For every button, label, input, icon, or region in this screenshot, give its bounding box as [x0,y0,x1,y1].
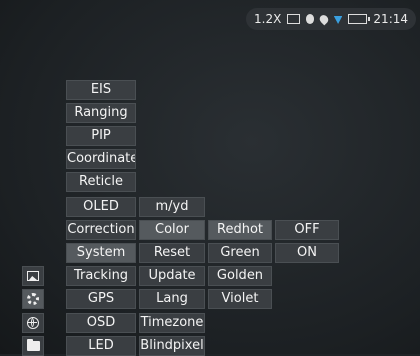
menu-item-reticle[interactable]: Reticle [66,172,136,192]
menu-item-pip[interactable]: PIP [66,126,136,146]
submenu-item-timezone[interactable]: Timezone [139,313,205,333]
menu-item-ranging[interactable]: Ranging [66,103,136,123]
record-icon [305,14,315,24]
menu-item-system[interactable]: System [66,243,136,263]
color-option-green[interactable]: Green [208,243,272,263]
submenu-item-reset[interactable]: Reset [139,243,205,263]
image-icon [27,271,39,281]
status-bar: 1.2X 21:14 [246,8,416,30]
rail-files-button[interactable] [22,336,44,356]
submenu-item-lang[interactable]: Lang [139,289,205,309]
battery-icon [348,14,371,24]
rail-image-button[interactable] [22,266,44,286]
location-icon [318,13,330,25]
menu-item-oled[interactable]: OLED [66,197,136,217]
clock: 21:14 [373,12,409,26]
toggle-option-off[interactable]: OFF [275,220,339,240]
submenu-item-blindpixel[interactable]: Blindpixel [139,336,205,356]
menu-item-osd[interactable]: OSD [66,313,136,333]
color-option-golden[interactable]: Golden [208,266,272,286]
toggle-option-on[interactable]: ON [275,243,339,263]
viewfinder-screen: 1.2X 21:14 EIS Ranging PIP Coordinate Re… [0,0,420,356]
aspect-icon [287,14,300,24]
rail-network-button[interactable] [22,313,44,333]
rail-settings-button[interactable] [22,289,44,309]
zoom-level: 1.2X [254,12,282,26]
color-option-violet[interactable]: Violet [208,289,272,309]
wifi-icon [333,16,343,24]
menu-item-coordinate[interactable]: Coordinate [66,149,136,169]
folder-icon [26,339,40,351]
menu-item-eis[interactable]: EIS [66,80,136,100]
submenu-item-color[interactable]: Color [139,220,205,240]
globe-icon [27,317,39,329]
menu-item-gps[interactable]: GPS [66,289,136,309]
menu-item-tracking[interactable]: Tracking [66,266,136,286]
submenu-item-update[interactable]: Update [139,266,205,286]
menu-item-correction[interactable]: Correction [66,220,136,240]
submenu-item-units[interactable]: m/yd [139,197,205,217]
color-option-redhot[interactable]: Redhot [208,220,272,240]
menu-item-led[interactable]: LED [66,336,136,356]
gear-icon [27,293,39,305]
